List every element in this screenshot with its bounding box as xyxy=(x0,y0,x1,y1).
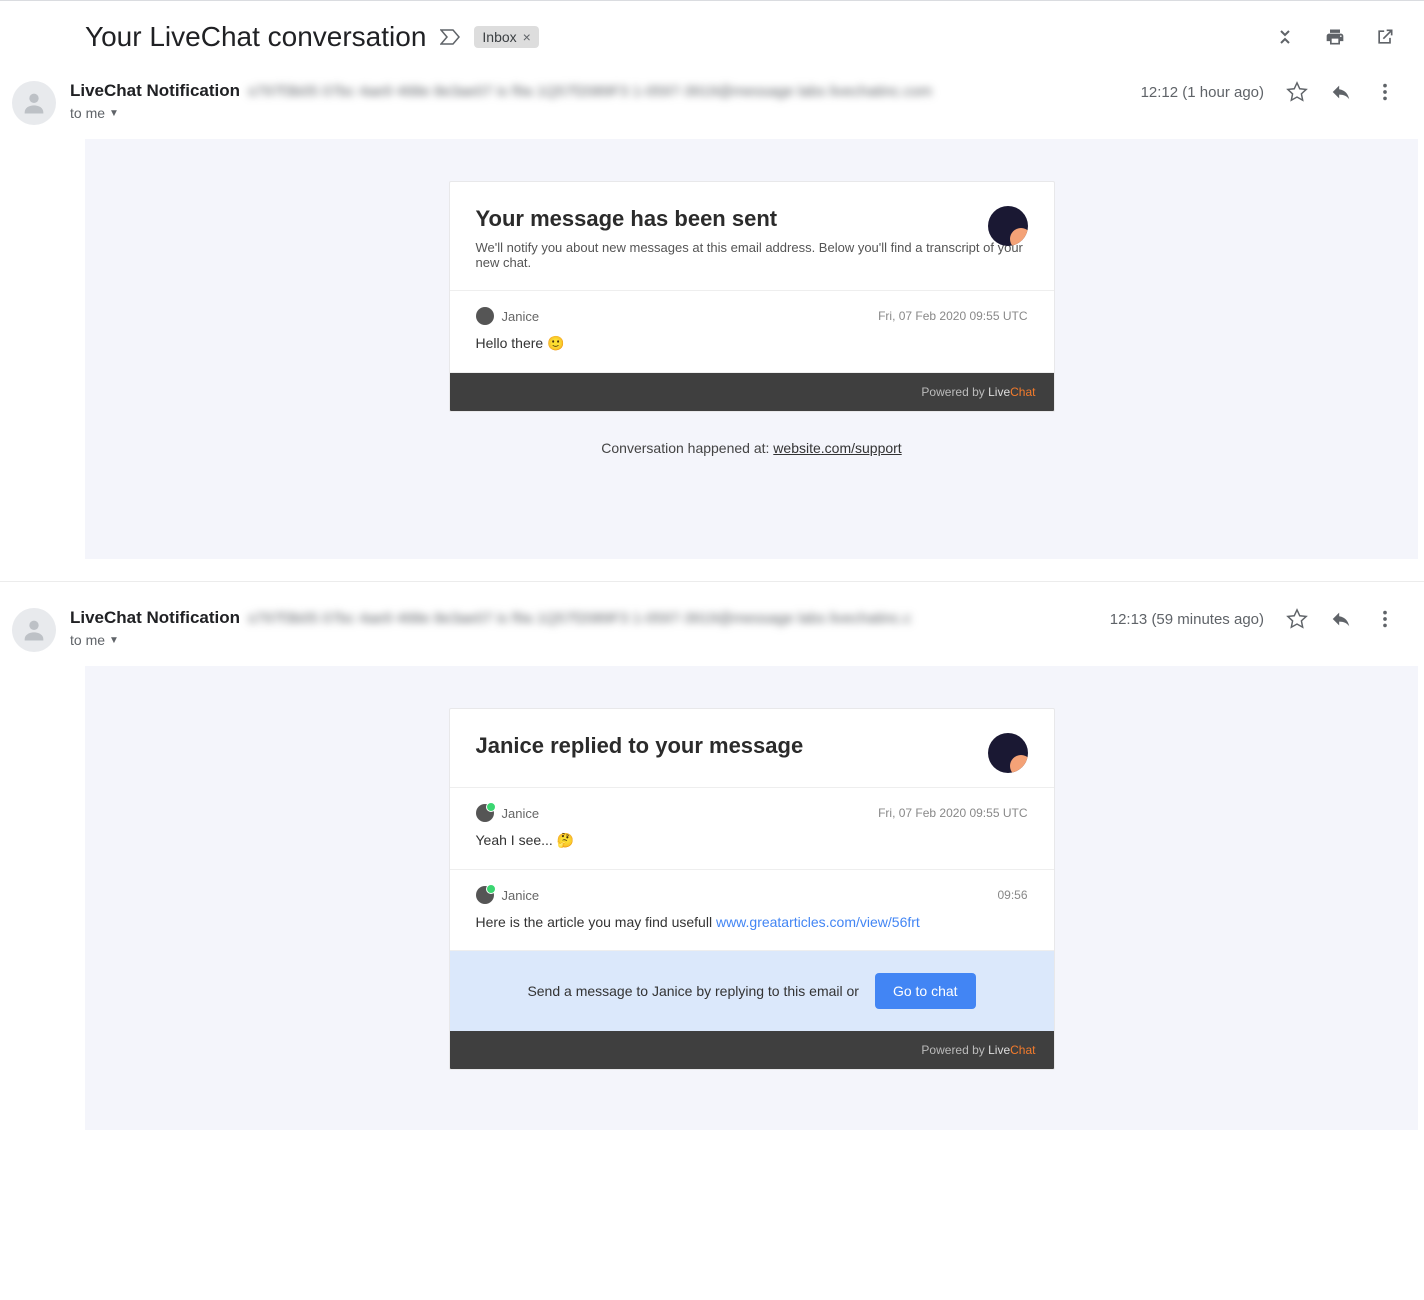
brand-logo-icon xyxy=(988,206,1028,246)
agent-avatar-icon xyxy=(476,307,494,325)
transcript-item: Janice Fri, 07 Feb 2020 09:55 UTC Yeah I… xyxy=(450,788,1054,870)
transcript-item: Janice 09:56 Here is the article you may… xyxy=(450,870,1054,951)
reply-instruction: Send a message to Janice by replying to … xyxy=(527,983,859,999)
dropdown-icon: ▼ xyxy=(109,108,119,119)
email-body: Your message has been sent We'll notify … xyxy=(85,139,1418,559)
timestamp: 12:12 (1 hour ago) xyxy=(1141,84,1264,101)
more-icon[interactable] xyxy=(1374,81,1396,103)
timestamp: 12:13 (59 minutes ago) xyxy=(1110,611,1264,628)
chip-remove-icon[interactable]: × xyxy=(523,29,531,45)
agent-name: Janice xyxy=(502,309,540,324)
sender-avatar xyxy=(12,608,56,652)
transcript-time: 09:56 xyxy=(997,888,1027,902)
agent-name: Janice xyxy=(502,888,540,903)
sender-email-blurred: s797f3b05 07bc 4ae9 468e 8e3ae07 is f9a … xyxy=(248,83,932,100)
conversation-source: Conversation happened at: website.com/su… xyxy=(601,440,901,456)
email-message: LiveChat Notification s797f3b05 07bc 4ae… xyxy=(0,600,1424,1130)
chip-label: Inbox xyxy=(482,29,516,45)
recipient-line[interactable]: to me ▼ xyxy=(70,632,1096,648)
email-body: Janice replied to your message Janice Fr… xyxy=(85,666,1418,1130)
card-footer: Powered by LiveChat xyxy=(450,373,1054,411)
transcript-time: Fri, 07 Feb 2020 09:55 UTC xyxy=(878,806,1027,820)
open-new-window-icon[interactable] xyxy=(1374,26,1396,48)
reply-icon[interactable] xyxy=(1330,608,1352,630)
go-to-chat-button[interactable]: Go to chat xyxy=(875,973,976,1009)
sender-email-blurred: s797f3b05 07bc 4ae9 468e 8e3ae07 is f9a … xyxy=(248,610,911,627)
print-icon[interactable] xyxy=(1324,26,1346,48)
message-divider xyxy=(0,581,1424,582)
article-link[interactable]: www.greatarticles.com/view/56frt xyxy=(716,914,920,930)
transcript-card: Your message has been sent We'll notify … xyxy=(449,181,1055,412)
sender-name: LiveChat Notification xyxy=(70,608,240,628)
label-important-icon[interactable] xyxy=(440,27,460,47)
sender-name: LiveChat Notification xyxy=(70,81,240,101)
agent-avatar-icon xyxy=(476,804,494,822)
star-icon[interactable] xyxy=(1286,81,1308,103)
reply-icon[interactable] xyxy=(1330,81,1352,103)
transcript-item: Janice Fri, 07 Feb 2020 09:55 UTC Hello … xyxy=(450,291,1054,373)
source-link[interactable]: website.com/support xyxy=(773,440,901,456)
transcript-text: Hello there 🙂 xyxy=(476,335,1028,352)
agent-name: Janice xyxy=(502,806,540,821)
star-icon[interactable] xyxy=(1286,608,1308,630)
dropdown-icon: ▼ xyxy=(109,635,119,646)
more-icon[interactable] xyxy=(1374,608,1396,630)
card-footer: Powered by LiveChat xyxy=(450,1031,1054,1069)
transcript-text: Here is the article you may find usefull… xyxy=(476,914,1028,930)
transcript-text: Yeah I see... 🤔 xyxy=(476,832,1028,849)
conversation-header: Your LiveChat conversation Inbox × xyxy=(0,0,1424,73)
brand-logo-icon xyxy=(988,733,1028,773)
transcript-time: Fri, 07 Feb 2020 09:55 UTC xyxy=(878,309,1027,323)
card-title: Your message has been sent xyxy=(476,206,1028,232)
agent-avatar-icon xyxy=(476,886,494,904)
card-subtitle: We'll notify you about new messages at t… xyxy=(476,240,1028,270)
inbox-chip[interactable]: Inbox × xyxy=(474,26,538,48)
transcript-card: Janice replied to your message Janice Fr… xyxy=(449,708,1055,1070)
reply-bar: Send a message to Janice by replying to … xyxy=(450,951,1054,1031)
subject: Your LiveChat conversation xyxy=(85,21,426,53)
recipient-line[interactable]: to me ▼ xyxy=(70,105,1127,121)
email-message: LiveChat Notification s797f3b05 07bc 4ae… xyxy=(0,73,1424,559)
card-title: Janice replied to your message xyxy=(476,733,1028,759)
collapse-icon[interactable] xyxy=(1274,26,1296,48)
sender-avatar xyxy=(12,81,56,125)
